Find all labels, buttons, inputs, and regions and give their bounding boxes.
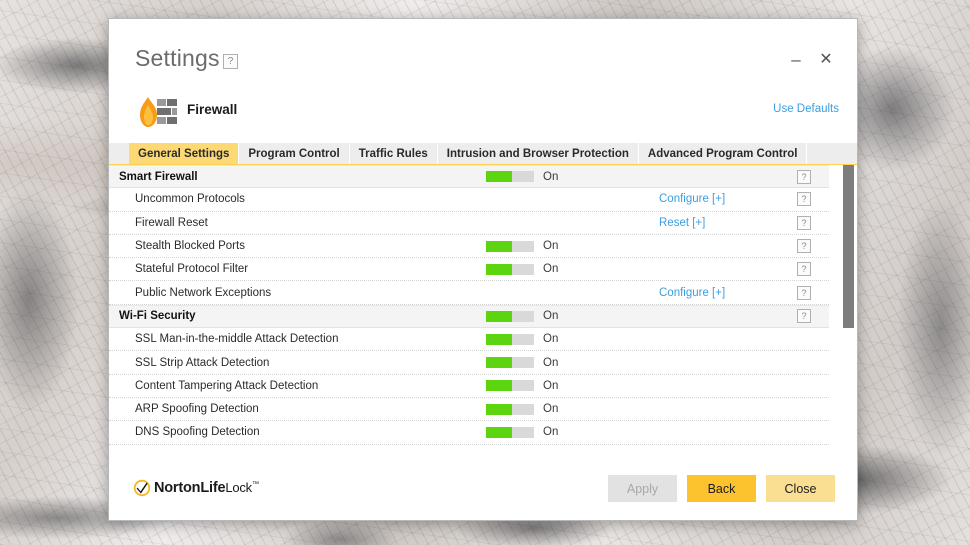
toggle-switch[interactable]: [486, 357, 534, 369]
settings-section-header: Wi-Fi Security On?: [109, 304, 829, 329]
settings-row: Content Tampering Attack Detection On: [109, 375, 829, 398]
toggle-state-label: On: [543, 356, 559, 369]
page-title: Settings: [135, 45, 220, 71]
toggle-state-label: On: [543, 310, 559, 323]
tab-bar: General Settings Program Control Traffic R…: [109, 143, 857, 165]
tab-general-settings[interactable]: General Settings: [129, 143, 240, 164]
toggle-switch[interactable]: [486, 426, 534, 438]
row-label: ARP Spoofing Detection: [135, 403, 259, 416]
window-footer: NortonLifeLock™ Apply Back Close: [109, 458, 857, 520]
tabstrip-filler: [807, 143, 857, 164]
toggle-state-label: On: [543, 170, 559, 183]
brand-part-life: Life: [200, 480, 226, 496]
row-help-icon[interactable]: ?: [797, 169, 811, 184]
row-help-icon[interactable]: ?: [797, 239, 811, 254]
settings-row: Uncommon Protocols Configure [+]?: [109, 188, 829, 212]
settings-row: DNS Spoofing Detection On: [109, 421, 829, 445]
norton-checkmark-icon: [133, 479, 151, 497]
row-label: Uncommon Protocols: [135, 193, 245, 206]
toggle-knob: [486, 403, 512, 415]
row-label: Firewall Reset: [135, 216, 208, 229]
toggle-switch[interactable]: [486, 240, 534, 252]
toggle-state-label: On: [543, 379, 559, 392]
toggle-state-label: On: [543, 403, 559, 416]
module-header: Firewall Use Defaults: [109, 91, 857, 143]
row-help-icon[interactable]: ?: [797, 309, 811, 324]
settings-row: Stateful Protocol Filter On?: [109, 258, 829, 282]
brand-wordmark: NortonLifeLock™: [154, 480, 259, 496]
tab-program-control[interactable]: Program Control: [239, 143, 350, 164]
toggle-knob: [486, 240, 512, 252]
toggle-switch[interactable]: [486, 380, 534, 392]
settings-section-header: Smart Firewall On?: [109, 165, 829, 189]
settings-window: Settings ? – ✕ Firewall Use Defaults Gen…: [108, 18, 858, 521]
toggle-knob: [486, 380, 512, 392]
row-action-link[interactable]: Configure [+]: [659, 287, 725, 299]
brand-part-norton: Norton: [154, 480, 201, 496]
tab-intrusion-and-browser-protection[interactable]: Intrusion and Browser Protection: [437, 143, 639, 164]
toggle-knob: [486, 426, 512, 438]
settings-row: SSL Strip Attack Detection On: [109, 351, 829, 375]
row-label: SSL Man-in-the-middle Attack Detection: [135, 333, 339, 346]
settings-row: Public Network Exceptions Configure [+]?: [109, 281, 829, 305]
toggle-switch[interactable]: [486, 333, 534, 345]
row-label: DNS Spoofing Detection: [135, 426, 260, 439]
settings-list: Smart Firewall On? Uncommon Protocols Confi…: [109, 165, 857, 458]
toggle-knob: [486, 357, 512, 369]
module-title: Firewall: [187, 102, 238, 117]
settings-row: Firewall Reset Reset [+]?: [109, 212, 829, 235]
settings-scrollbar[interactable]: [843, 165, 854, 458]
tab-traffic-rules[interactable]: Traffic Rules: [349, 143, 438, 164]
brand-trademark: ™: [251, 481, 259, 489]
close-window-button[interactable]: ✕: [813, 47, 839, 73]
settings-row: Stealth Blocked Ports On?: [109, 235, 829, 259]
row-label: Smart Firewall: [119, 170, 198, 183]
close-button[interactable]: Close: [766, 475, 835, 502]
toggle-state-label: On: [543, 263, 559, 276]
row-label: Stateful Protocol Filter: [135, 263, 249, 276]
apply-button: Apply: [608, 475, 677, 502]
toggle-switch[interactable]: [486, 403, 534, 415]
toggle-switch[interactable]: [486, 310, 534, 322]
toggle-knob: [486, 171, 512, 183]
row-help-icon[interactable]: ?: [797, 285, 811, 300]
use-defaults-link[interactable]: Use Defaults: [773, 103, 839, 115]
toggle-switch[interactable]: [486, 263, 534, 275]
settings-row: SSL Man-in-the-middle Attack Detection On: [109, 328, 829, 352]
toggle-knob: [486, 263, 512, 275]
footer-button-row: Apply Back Close: [608, 475, 835, 502]
row-label: Public Network Exceptions: [135, 286, 272, 299]
firewall-flame-wall-icon: [137, 95, 179, 129]
toggle-knob: [486, 310, 512, 322]
nortonlifelock-logo: NortonLifeLock™: [133, 479, 259, 497]
row-label: Content Tampering Attack Detection: [135, 379, 319, 392]
toggle-state-label: On: [543, 426, 559, 439]
brand-part-lock: Lock: [225, 480, 252, 495]
toggle-state-label: On: [543, 240, 559, 253]
row-label: SSL Strip Attack Detection: [135, 356, 270, 369]
settings-row: ARP Spoofing Detection On: [109, 398, 829, 422]
row-action-link[interactable]: Reset [+]: [659, 217, 705, 229]
toggle-switch[interactable]: [486, 171, 534, 183]
row-help-icon[interactable]: ?: [797, 215, 811, 230]
row-help-icon[interactable]: ?: [797, 192, 811, 207]
tab-advanced-program-control[interactable]: Advanced Program Control: [638, 143, 808, 164]
toggle-state-label: On: [543, 333, 559, 346]
row-help-icon[interactable]: ?: [797, 262, 811, 277]
row-label: Stealth Blocked Ports: [135, 240, 245, 253]
title-help-icon[interactable]: ?: [223, 54, 238, 69]
scrollbar-thumb[interactable]: [843, 165, 854, 328]
back-button[interactable]: Back: [687, 475, 756, 502]
row-label: Wi-Fi Security: [119, 310, 196, 323]
row-action-link[interactable]: Configure [+]: [659, 193, 725, 205]
window-titlebar: Settings ? – ✕: [109, 19, 857, 91]
toggle-knob: [486, 333, 512, 345]
minimize-button[interactable]: –: [783, 47, 809, 73]
